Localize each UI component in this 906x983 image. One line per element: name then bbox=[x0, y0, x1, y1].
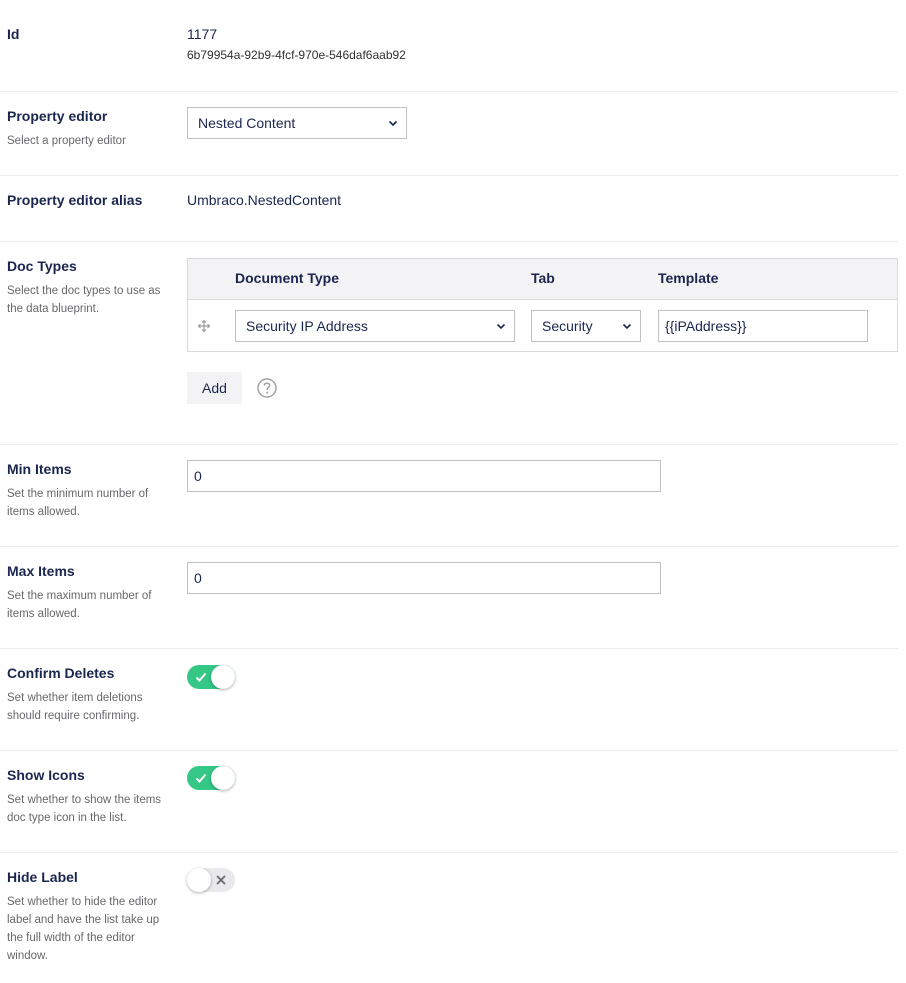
property-editor-alias-label: Property editor alias bbox=[7, 192, 143, 208]
doc-type-row: Security IP Address Security bbox=[188, 300, 897, 352]
confirm-deletes-description: Set whether item deletions should requir… bbox=[7, 692, 143, 722]
tab-select[interactable]: Security bbox=[531, 310, 641, 342]
drag-handle-icon[interactable] bbox=[198, 320, 210, 332]
min-items-description: Set the minimum number of items allowed. bbox=[7, 488, 149, 518]
check-icon bbox=[195, 672, 207, 682]
toggle-knob bbox=[211, 766, 235, 790]
property-editor-select-wrap: Nested Content bbox=[187, 107, 407, 139]
min-items-label: Min Items bbox=[7, 461, 72, 477]
document-type-select-wrap: Security IP Address bbox=[235, 310, 515, 342]
column-tab: Tab bbox=[531, 270, 555, 286]
property-editor-alias-row: Property editor alias Umbraco.NestedCont… bbox=[0, 192, 898, 242]
doc-types-table: Document Type Tab Template Security IP A… bbox=[187, 258, 898, 352]
property-editor-description: Select a property editor bbox=[7, 135, 126, 147]
id-row: Id 1177 6b79954a-92b9-4fcf-970e-546daf6a… bbox=[0, 26, 898, 92]
id-label: Id bbox=[7, 26, 20, 42]
doc-types-label: Doc Types bbox=[7, 258, 77, 274]
add-button[interactable]: Add bbox=[187, 372, 242, 404]
show-icons-toggle[interactable] bbox=[187, 766, 235, 790]
hide-label-toggle[interactable] bbox=[187, 868, 235, 892]
max-items-row: Max Items Set the maximum number of item… bbox=[0, 562, 898, 649]
confirm-deletes-label: Confirm Deletes bbox=[7, 665, 115, 681]
template-input[interactable] bbox=[658, 310, 868, 342]
show-icons-description: Set whether to show the items doc type i… bbox=[7, 794, 162, 824]
doc-types-row: Doc Types Select the doc types to use as… bbox=[0, 258, 898, 445]
close-icon bbox=[216, 875, 226, 885]
max-items-input[interactable] bbox=[187, 562, 661, 594]
property-editor-label: Property editor bbox=[7, 108, 108, 124]
toggle-knob bbox=[187, 868, 211, 892]
doc-types-table-header: Document Type Tab Template bbox=[188, 259, 897, 300]
column-document-type: Document Type bbox=[235, 270, 339, 286]
hide-label-description: Set whether to hide the editor label and… bbox=[7, 896, 160, 962]
min-items-row: Min Items Set the minimum number of item… bbox=[0, 460, 898, 547]
confirm-deletes-toggle[interactable] bbox=[187, 665, 235, 689]
min-items-input[interactable] bbox=[187, 460, 661, 492]
property-editor-row: Property editor Select a property editor… bbox=[0, 107, 898, 176]
help-icon[interactable] bbox=[257, 378, 277, 398]
hide-label-label: Hide Label bbox=[7, 869, 78, 885]
property-editor-alias-value: Umbraco.NestedContent bbox=[187, 192, 342, 208]
max-items-label: Max Items bbox=[7, 563, 75, 579]
max-items-description: Set the maximum number of items allowed. bbox=[7, 590, 152, 620]
tab-select-wrap: Security bbox=[531, 310, 641, 342]
doc-types-description: Select the doc types to use as the data … bbox=[7, 285, 161, 315]
column-template: Template bbox=[658, 270, 719, 286]
id-guid: 6b79954a-92b9-4fcf-970e-546daf6aab92 bbox=[187, 48, 406, 62]
show-icons-row: Show Icons Set whether to show the items… bbox=[0, 766, 898, 853]
document-type-select[interactable]: Security IP Address bbox=[235, 310, 515, 342]
property-editor-select[interactable]: Nested Content bbox=[187, 107, 407, 139]
id-number: 1177 bbox=[187, 26, 218, 42]
toggle-knob bbox=[211, 665, 235, 689]
show-icons-label: Show Icons bbox=[7, 767, 85, 783]
hide-label-row: Hide Label Set whether to hide the edito… bbox=[0, 868, 898, 979]
check-icon bbox=[195, 773, 207, 783]
confirm-deletes-row: Confirm Deletes Set whether item deletio… bbox=[0, 665, 898, 751]
